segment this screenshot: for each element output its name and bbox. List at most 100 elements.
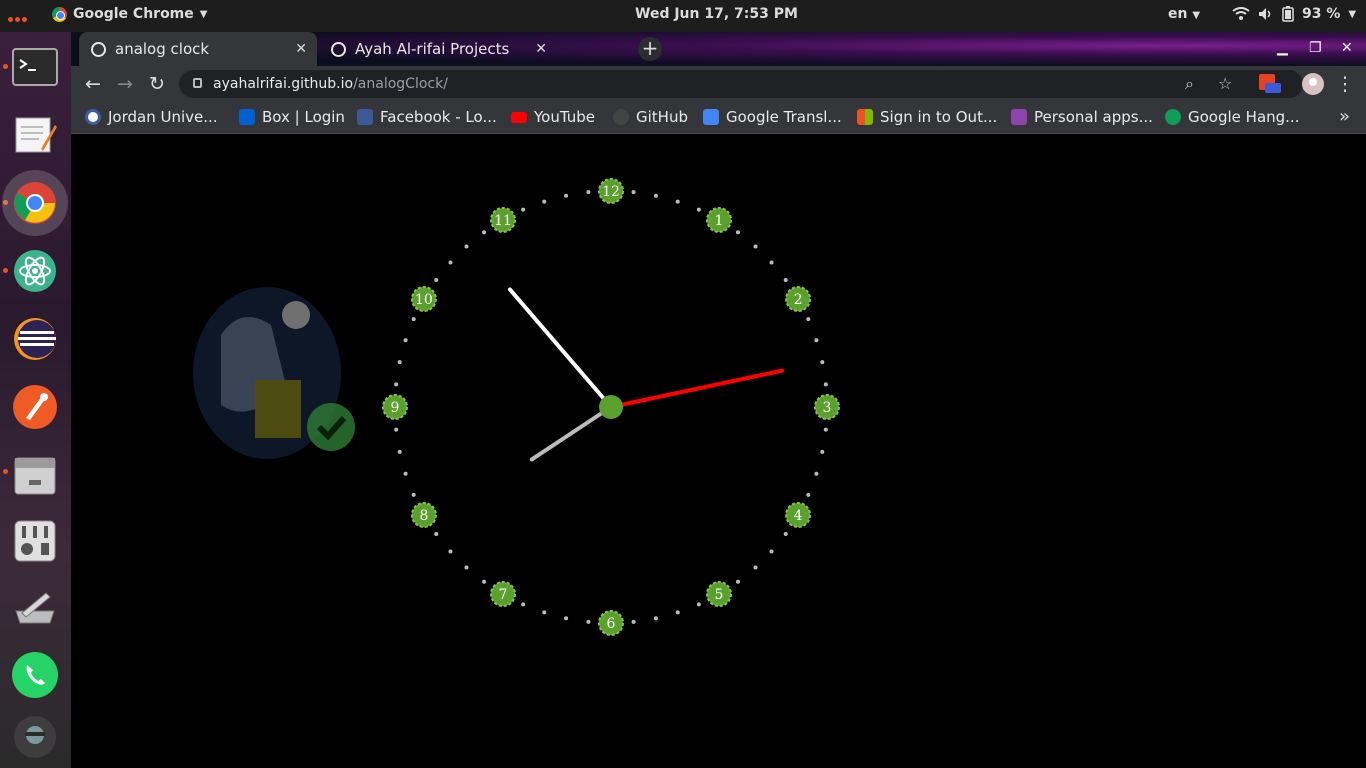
tab-analog-clock[interactable]: analog clock ✕ xyxy=(79,32,317,66)
hour-number: 1 xyxy=(715,213,724,229)
minute-dot xyxy=(448,549,453,554)
language-indicator[interactable]: en ▼ xyxy=(1168,6,1200,22)
minute-dot xyxy=(806,492,811,497)
hour-marker: 7 xyxy=(490,581,516,608)
chrome-icon xyxy=(52,6,67,22)
bookmark-star-icon[interactable]: ☆ xyxy=(1218,74,1232,93)
app-menu[interactable]: Google Chrome ▼ xyxy=(52,6,207,22)
wifi-icon xyxy=(1232,7,1250,20)
globe-icon xyxy=(331,41,346,57)
url-host: ayahalrifai.github.io xyxy=(213,76,354,92)
eclipse-icon[interactable] xyxy=(10,314,60,364)
hour-marker: 11 xyxy=(490,206,516,233)
minute-dot xyxy=(806,317,811,322)
status-icons[interactable]: 93 % ▼ xyxy=(1232,6,1356,22)
system-tools-icon[interactable] xyxy=(10,584,60,634)
minute-dot xyxy=(403,471,408,476)
minute-dot xyxy=(814,338,819,343)
minute-dot xyxy=(631,619,636,624)
hour-number: 6 xyxy=(607,616,616,632)
minute-dot xyxy=(753,244,758,249)
close-tab-icon[interactable]: ✕ xyxy=(295,41,307,57)
bookmark-google-translate[interactable]: Google Transl... xyxy=(703,108,842,126)
minute-dot xyxy=(783,531,788,536)
bookmark-box[interactable]: Box | Login xyxy=(239,108,345,126)
launcher-dock xyxy=(0,32,71,768)
hour-number: 9 xyxy=(391,400,400,416)
forward-button[interactable]: → xyxy=(113,72,137,96)
bookmark-label: Box | Login xyxy=(262,108,345,126)
zoom-icon[interactable]: ⌕ xyxy=(1185,74,1194,94)
bookmarks-more-icon[interactable]: » xyxy=(1339,106,1350,127)
minute-dot xyxy=(434,278,439,283)
profile-avatar[interactable] xyxy=(1301,72,1325,96)
jordan-icon xyxy=(85,109,101,125)
close-tab-icon[interactable]: ✕ xyxy=(535,41,547,57)
bookmark-label: Jordan Unive... xyxy=(108,108,218,126)
hour-number: 5 xyxy=(715,587,724,603)
volume-icon xyxy=(1259,8,1271,20)
hour-number: 7 xyxy=(499,587,508,603)
minute-dot xyxy=(434,531,439,536)
hour-marker: 9 xyxy=(382,394,408,420)
text-editor-icon[interactable] xyxy=(10,110,60,160)
minute-dot xyxy=(394,427,399,432)
minute-dot xyxy=(542,610,547,615)
minute-dot xyxy=(411,317,416,322)
extension-icon[interactable] xyxy=(1259,74,1281,96)
minimize-icon[interactable]: ▁ xyxy=(1277,40,1288,56)
minute-dot xyxy=(769,549,774,554)
address-bar[interactable]: ayahalrifai.github.io/analogClock/ ⌕ ☆ xyxy=(179,70,1303,98)
hour-marker: 10 xyxy=(410,286,437,312)
postman-icon[interactable] xyxy=(10,382,60,432)
lock-icon[interactable] xyxy=(193,78,202,88)
bookmark-label: Google Hang... xyxy=(1188,108,1300,126)
minute-dot xyxy=(696,602,701,607)
bookmark-outlook[interactable]: Sign in to Out... xyxy=(857,108,997,126)
page-content: 12 1 2 3 4 5 6 7 8 9 10 11 xyxy=(71,135,1366,768)
tab-projects[interactable]: Ayah Al-rifai Projects ✕ xyxy=(319,32,557,66)
back-button[interactable]: ← xyxy=(81,72,105,96)
minute-dot xyxy=(403,338,408,343)
minute-dot xyxy=(653,193,658,198)
translate-icon xyxy=(703,109,719,125)
bookmark-personal-apps[interactable]: Personal apps... xyxy=(1011,108,1153,126)
panel-clock[interactable]: Wed Jun 17, 7:53 PM xyxy=(635,6,798,22)
menu-kebab-icon[interactable]: ⋮ xyxy=(1333,72,1357,96)
maximize-icon[interactable]: ❐ xyxy=(1309,40,1322,56)
atom-icon[interactable] xyxy=(10,246,60,296)
bookmark-facebook[interactable]: Facebook - Lo... xyxy=(357,108,497,126)
tab-title: Ayah Al-rifai Projects xyxy=(355,40,510,58)
file-manager-icon[interactable] xyxy=(10,450,60,500)
chrome-icon[interactable] xyxy=(2,170,68,236)
minute-dot xyxy=(397,360,402,365)
facebook-icon xyxy=(357,109,373,125)
minute-dot xyxy=(586,190,591,195)
bookmark-label: YouTube xyxy=(534,108,595,126)
minute-dot xyxy=(464,565,469,570)
terminal-icon[interactable] xyxy=(10,42,60,92)
analog-clock: 121234567891011 xyxy=(193,178,840,636)
hour-number: 10 xyxy=(415,292,433,308)
close-window-icon[interactable]: ✕ xyxy=(1341,40,1353,56)
url-path: /analogClock/ xyxy=(353,76,448,92)
hour-marker: 8 xyxy=(410,502,437,528)
hour-marker: 4 xyxy=(785,502,812,528)
sound-mixer-icon[interactable] xyxy=(10,516,60,566)
url-text[interactable]: ayahalrifai.github.io/analogClock/ xyxy=(213,76,448,92)
bookmark-jordan[interactable]: Jordan Unive... xyxy=(85,108,218,126)
bookmark-youtube[interactable]: YouTube xyxy=(511,108,595,126)
minute-dot xyxy=(394,382,399,387)
user-avatar-icon[interactable] xyxy=(10,712,60,762)
reload-button[interactable]: ↻ xyxy=(145,72,169,96)
hour-marker: 2 xyxy=(785,286,812,312)
hour-marker: 5 xyxy=(706,581,732,608)
new-tab-button[interactable]: + xyxy=(638,37,662,61)
whatsapp-icon[interactable] xyxy=(10,650,60,700)
minute-hand xyxy=(507,287,613,409)
minute-dot xyxy=(735,579,740,584)
clock-center-hub xyxy=(599,395,623,419)
bookmark-hangouts[interactable]: Google Hang... xyxy=(1165,108,1299,126)
bookmark-label: Facebook - Lo... xyxy=(380,108,497,126)
bookmark-github[interactable]: GitHub xyxy=(613,108,688,126)
